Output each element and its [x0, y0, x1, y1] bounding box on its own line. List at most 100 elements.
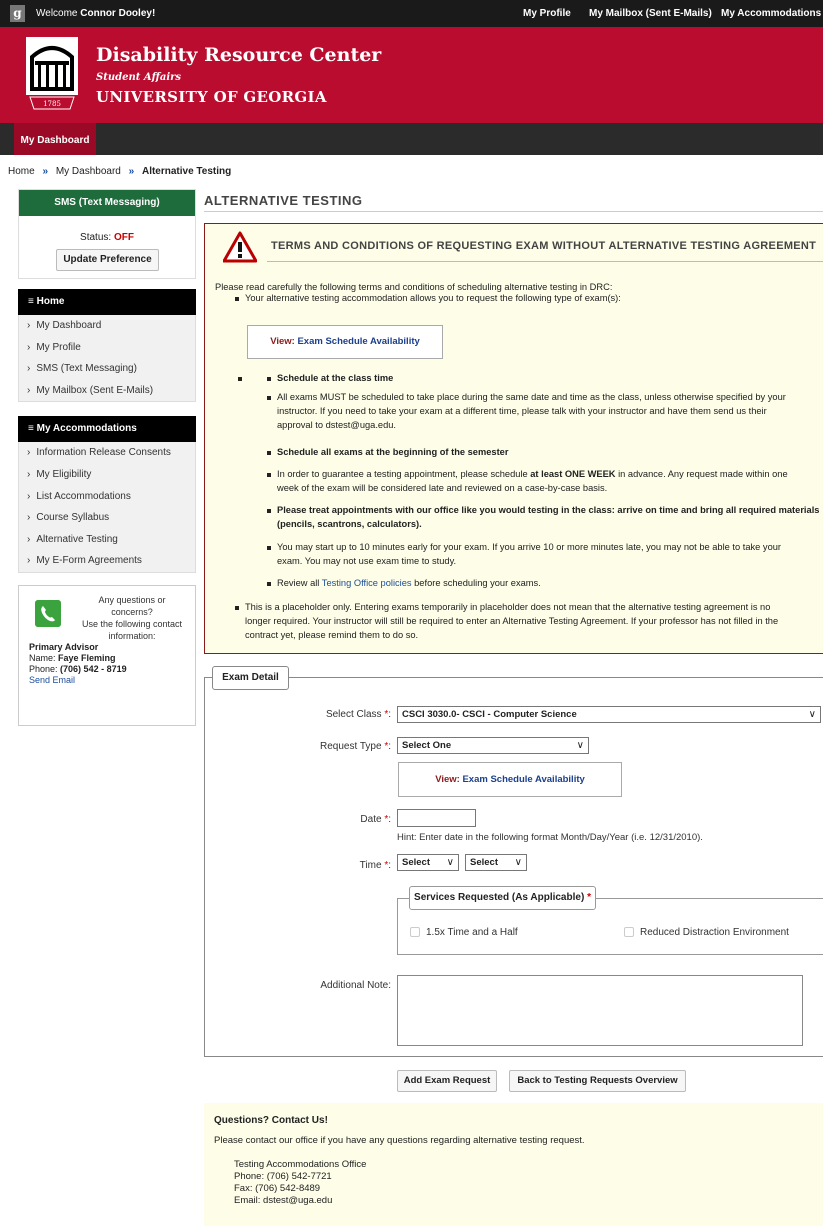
sidebar-item-label: SMS (Text Messaging) [36, 363, 137, 375]
s1-line3: approval to dstest@uga.edu. [277, 420, 397, 430]
label-colon: : [388, 709, 391, 720]
advisor-label: Primary Advisor [29, 641, 99, 652]
time-label-text: Time [359, 860, 382, 871]
breadcrumb-separator-icon: » [128, 166, 135, 177]
breadcrumb-separator-icon: » [42, 166, 49, 177]
view-label: View: [270, 336, 295, 347]
testing-office-policies-link[interactable]: Testing Office policies [322, 578, 412, 588]
time-and-half-label: 1.5x Time and a Half [426, 927, 518, 938]
s2-line2: week of the exam will be considered late… [277, 483, 608, 493]
tab-my-dashboard[interactable]: My Dashboard [14, 123, 96, 155]
breadcrumb-current: Alternative Testing [141, 166, 232, 177]
chevron-down-icon: ∨ [446, 857, 454, 868]
sidebar-item-label: My Profile [36, 341, 81, 353]
sidebar-item-alternative-testing[interactable]: › Alternative Testing [19, 529, 195, 551]
sidebar-item-information-release[interactable]: › Information Release Consents [19, 442, 195, 464]
exam-availability-box[interactable]: View: Exam Schedule Availability [247, 325, 443, 359]
arrow-right-icon: › [27, 363, 31, 375]
time-minute-dropdown[interactable]: Select ∨ [465, 854, 527, 871]
required-mark: * [587, 892, 591, 903]
exam-availability-box-form[interactable]: View: Exam Schedule Availability [398, 762, 622, 797]
s2-part-a: In order to guarantee a testing appointm… [277, 469, 528, 479]
send-email-link[interactable]: Send Email [29, 675, 75, 685]
arch-logo-icon[interactable]: 1785 [26, 37, 78, 111]
time-hour-dropdown[interactable]: Select ∨ [397, 854, 459, 871]
sidebar-item-my-dashboard[interactable]: › My Dashboard [19, 315, 195, 337]
bullet [235, 297, 239, 301]
view-label: View: [435, 774, 460, 785]
office-fax: Fax: (706) 542-8489 [234, 1183, 321, 1194]
advisor-phone-value: (706) 542 - 8719 [60, 663, 127, 674]
top-link-my-accommodations[interactable]: My Accommodations [721, 8, 821, 19]
office-name: Testing Accommodations Office [234, 1159, 367, 1170]
bullet [238, 377, 242, 381]
s5-line: Review all Testing Office policies befor… [277, 577, 541, 590]
back-to-overview-button[interactable]: Back to Testing Requests Overview [509, 1070, 686, 1092]
request-type-label-text: Request Type [320, 741, 382, 752]
reduced-distraction-checkbox[interactable] [624, 927, 634, 937]
top-bar: g Welcome Connor Dooley! My Profile My M… [0, 0, 823, 27]
bullet [235, 606, 239, 610]
welcome-prefix: Welcome [36, 8, 78, 19]
s2-part-b: at least ONE WEEK [530, 469, 616, 479]
main-nav: My Dashboard [0, 123, 823, 155]
exam-schedule-link[interactable]: Exam Schedule Availability [297, 336, 419, 347]
date-label: Date *: [360, 814, 391, 825]
sidebar-item-my-profile[interactable]: › My Profile [19, 337, 195, 359]
arrow-right-icon: › [27, 384, 31, 396]
sidebar-item-my-mailbox[interactable]: › My Mailbox (Sent E-Mails) [19, 380, 195, 402]
bullet [267, 582, 271, 586]
home-section-title: Home [36, 296, 65, 307]
chevron-down-icon: ∨ [808, 709, 816, 720]
advisor-info: Primary Advisor Name: Faye Fleming Phone… [29, 642, 127, 686]
breadcrumb-dashboard[interactable]: My Dashboard [56, 166, 121, 177]
services-legend-text: Services Requested (As Applicable) [414, 892, 585, 903]
terms-accommodation-text: Your alternative testing accommodation a… [245, 293, 621, 303]
arrow-right-icon: › [27, 320, 31, 331]
update-preference-button[interactable]: Update Preference [56, 249, 159, 271]
sidebar-item-label: My Dashboard [36, 320, 102, 331]
advisor-phone: Phone: (706) 542 - 8719 [29, 664, 127, 675]
sidebar-item-list-accommodations[interactable]: › List Accommodations [19, 486, 195, 508]
sidebar-item-course-syllabus[interactable]: › Course Syllabus [19, 507, 195, 529]
s2-line1: In order to guarantee a testing appointm… [277, 468, 788, 481]
warning-triangle-icon [223, 231, 257, 263]
top-link-my-profile[interactable]: My Profile [523, 8, 571, 19]
exam-schedule-link[interactable]: Exam Schedule Availability [462, 774, 584, 785]
placeholder-line2: longer required. Your instructor will st… [245, 616, 779, 626]
arch-year: 1785 [43, 100, 61, 108]
sidebar-item-my-eligibility[interactable]: › My Eligibility [19, 464, 195, 486]
additional-note-textarea[interactable] [397, 975, 803, 1046]
top-link-my-mailbox[interactable]: My Mailbox (Sent E-Mails) [589, 8, 712, 19]
sidebar-item-sms[interactable]: › SMS (Text Messaging) [19, 358, 195, 380]
select-class-dropdown[interactable]: CSCI 3030.0- CSCI - Computer Science ∨ [397, 706, 821, 723]
accommodations-section-header[interactable]: ≡​ My Accommodations [18, 416, 196, 443]
time-and-half-checkbox[interactable] [410, 927, 420, 937]
breadcrumb-home[interactable]: Home [8, 166, 35, 177]
sidebar-item-e-form-agreements[interactable]: › My E-Form Agreements [19, 550, 195, 572]
user-name: Connor Dooley! [80, 8, 156, 19]
sidebar-item-label: My Eligibility [36, 468, 92, 480]
date-input[interactable] [397, 809, 476, 827]
sidebar-item-label: List Accommodations [36, 490, 131, 502]
university-name: UNIVERSITY OF GEORGIA [96, 88, 327, 106]
contact-us-text: Please contact our office if you have an… [214, 1135, 585, 1146]
time-hour-value: Select [402, 857, 430, 868]
arrow-right-icon: › [27, 468, 31, 480]
double-chevron-icon: ≡​ [28, 296, 34, 307]
s5-part-a: Review all [277, 578, 320, 588]
office-email: Email: dstest@uga.edu [234, 1195, 333, 1206]
contact-us-panel: Questions? Contact Us! Please contact ou… [204, 1103, 823, 1226]
exam-detail-legend: Exam Detail [212, 666, 289, 690]
home-menu: › My Dashboard › My Profile › SMS (Text Mes… [18, 315, 196, 403]
accommodations-section-title: My Accommodations [36, 423, 137, 435]
home-section-header[interactable]: ≡​ Home [18, 289, 196, 315]
sms-status: Status: OFF [19, 232, 195, 243]
request-type-dropdown[interactable]: Select One ∨ [397, 737, 589, 754]
office-phone: Phone: (706) 542-7721 [234, 1171, 332, 1182]
select-class-label-text: Select Class [325, 709, 382, 720]
uga-logo-icon: g [10, 5, 25, 22]
sms-panel: SMS (Text Messaging) Status: OFF Update … [18, 189, 196, 279]
add-exam-request-button[interactable]: Add Exam Request [397, 1070, 497, 1092]
sidebar-item-label: Information Release Consents [36, 447, 171, 459]
